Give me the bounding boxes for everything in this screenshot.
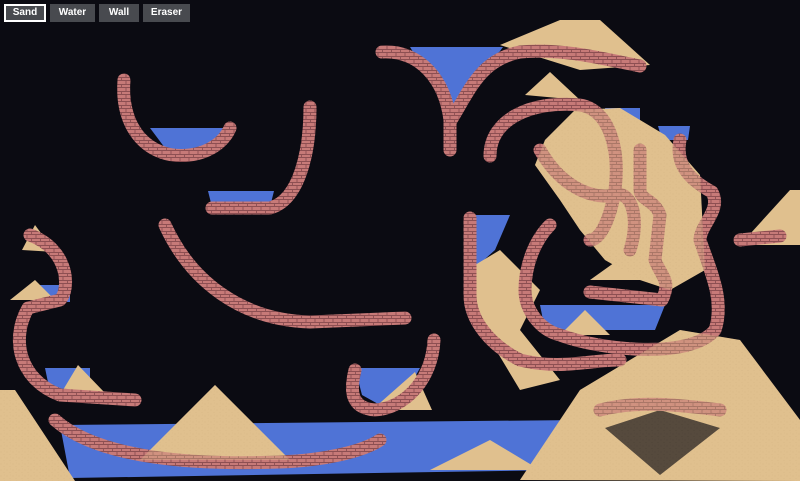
brick-wall <box>158 218 412 329</box>
sand-pile <box>525 72 580 100</box>
water-pool <box>540 305 665 330</box>
sand-tool-button[interactable]: Sand <box>4 4 46 22</box>
brick-wall <box>733 229 787 247</box>
sandbox-stage: Sand Water Wall Eraser <box>0 0 800 481</box>
tool-toolbar: Sand Water Wall Eraser <box>4 4 190 22</box>
simulation-canvas[interactable] <box>0 0 800 481</box>
eraser-tool-button[interactable]: Eraser <box>143 4 190 22</box>
wall-tool-button[interactable]: Wall <box>99 4 139 22</box>
water-tool-button[interactable]: Water <box>50 4 95 22</box>
